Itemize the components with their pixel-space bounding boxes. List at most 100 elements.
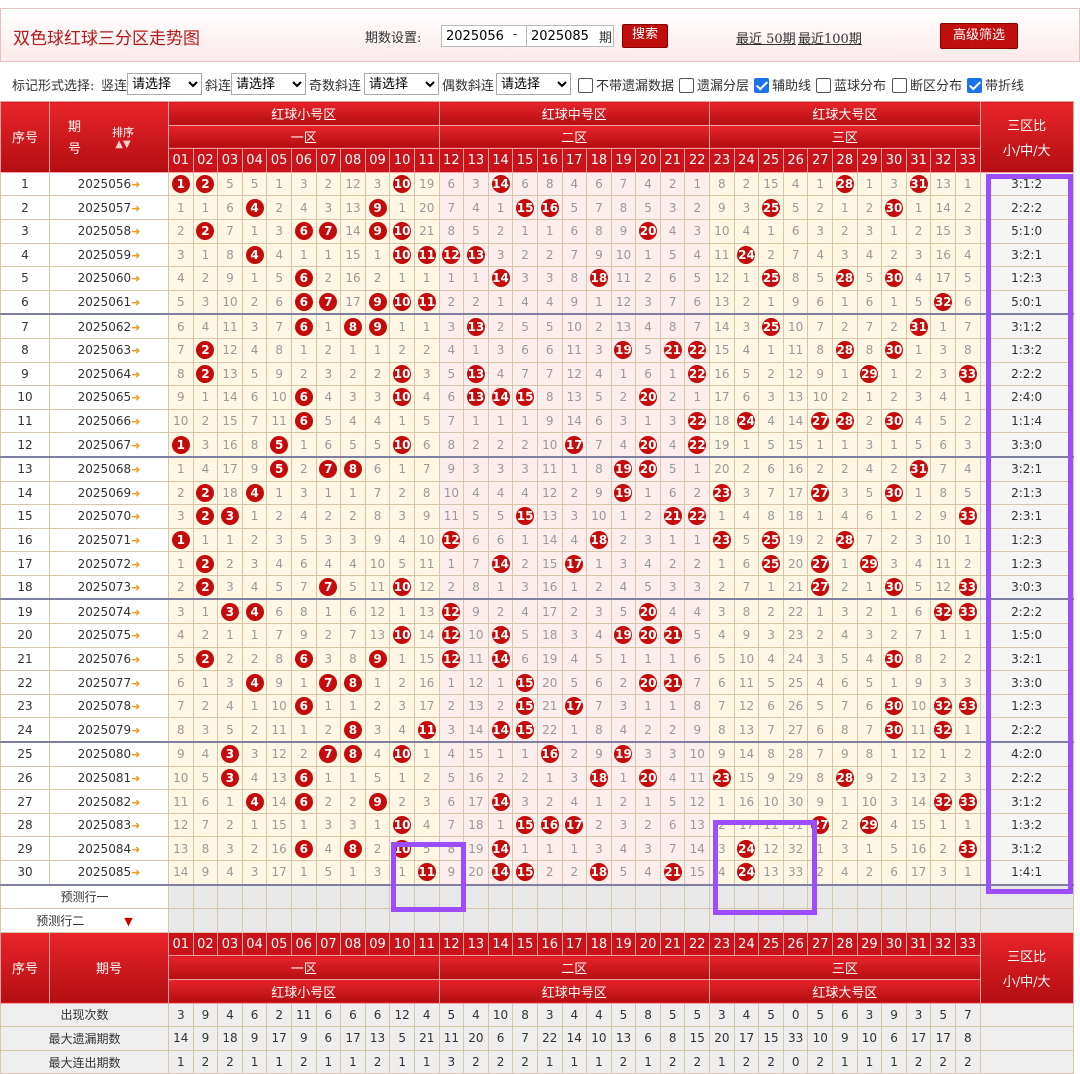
row-period[interactable]: 2025080➜ xyxy=(49,741,169,767)
prediction-cell[interactable] xyxy=(782,884,809,910)
prediction-cell[interactable] xyxy=(807,884,834,910)
prediction-cell[interactable] xyxy=(364,908,391,933)
prediction-cell[interactable] xyxy=(463,884,489,910)
prediction-cell[interactable] xyxy=(807,908,834,933)
row-period[interactable]: 2025059➜ xyxy=(49,242,169,268)
prediction-cell[interactable] xyxy=(266,908,292,933)
prediction-cell[interactable] xyxy=(586,884,612,910)
prediction-cell[interactable] xyxy=(364,884,391,910)
prediction-cell[interactable] xyxy=(832,884,858,910)
row-period[interactable]: 2025058➜ xyxy=(49,218,169,244)
row-period[interactable]: 2025085➜ xyxy=(49,859,169,886)
prediction-cell[interactable] xyxy=(389,908,415,933)
prediction-cell[interactable] xyxy=(955,908,981,933)
sort-button[interactable]: 排序 ▲▼ xyxy=(112,124,134,150)
row-period[interactable]: 2025081➜ xyxy=(49,765,169,791)
prediction-cell[interactable] xyxy=(438,908,465,933)
recent-100-link[interactable]: 最近100期 xyxy=(798,28,862,47)
prediction-cell[interactable] xyxy=(290,884,317,910)
prediction-cell[interactable] xyxy=(881,884,907,910)
prediction-cell[interactable] xyxy=(733,908,760,933)
odd-diag-select[interactable]: 请选择 xyxy=(364,73,439,95)
prediction-cell[interactable] xyxy=(684,884,711,910)
row-period[interactable]: 2025069➜ xyxy=(49,480,169,506)
prediction-cell[interactable] xyxy=(561,908,588,933)
row-period[interactable]: 2025071➜ xyxy=(49,527,169,553)
checkbox-guide-line[interactable] xyxy=(754,78,769,93)
row-period[interactable]: 2025062➜ xyxy=(49,313,169,339)
row-period[interactable]: 2025078➜ xyxy=(49,693,169,719)
prediction-cell[interactable] xyxy=(413,908,440,933)
prediction-cell[interactable] xyxy=(463,908,489,933)
row-period[interactable]: 2025061➜ xyxy=(49,289,169,316)
row-period[interactable]: 2025076➜ xyxy=(49,646,169,672)
prediction-cell[interactable] xyxy=(905,884,932,910)
row-period[interactable]: 2025079➜ xyxy=(49,717,169,744)
prediction-cell[interactable] xyxy=(487,908,514,933)
prediction-cell[interactable] xyxy=(315,908,342,933)
search-button[interactable]: 搜索 xyxy=(622,24,668,48)
prediction-cell[interactable] xyxy=(413,884,440,910)
diag-select[interactable]: 请选择 xyxy=(231,73,306,95)
row-period[interactable]: 2025060➜ xyxy=(49,266,169,291)
prediction-cell[interactable] xyxy=(536,884,563,910)
prediction-cell[interactable] xyxy=(217,884,243,910)
prediction-cell[interactable] xyxy=(659,884,686,910)
prediction-cell[interactable] xyxy=(709,908,735,933)
prediction-cell[interactable] xyxy=(192,884,219,910)
row-period[interactable]: 2025072➜ xyxy=(49,551,169,576)
row-period[interactable]: 2025070➜ xyxy=(49,504,169,529)
advanced-filter-button[interactable]: 高级筛选 xyxy=(940,23,1018,49)
row-period[interactable]: 2025057➜ xyxy=(49,195,169,220)
prediction-cell[interactable] xyxy=(709,884,735,910)
prediction-cell[interactable] xyxy=(586,908,612,933)
row-period[interactable]: 2025075➜ xyxy=(49,623,169,648)
even-diag-select[interactable]: 请选择 xyxy=(496,73,571,95)
prediction-cell[interactable] xyxy=(340,908,366,933)
prediction-cell[interactable] xyxy=(438,884,465,910)
prediction-cell[interactable] xyxy=(340,884,366,910)
prediction-cell[interactable] xyxy=(905,908,932,933)
checkbox-no-omission[interactable] xyxy=(578,78,593,93)
prediction-cell[interactable] xyxy=(389,884,415,910)
prediction-cell[interactable] xyxy=(758,884,784,910)
row-period[interactable]: 2025056➜ xyxy=(49,171,169,197)
prediction-cell[interactable] xyxy=(241,908,268,933)
prediction-cell[interactable] xyxy=(930,908,956,933)
prediction-cell[interactable] xyxy=(635,884,661,910)
prediction-cell[interactable] xyxy=(635,908,661,933)
row-period[interactable]: 2025067➜ xyxy=(49,432,169,458)
row-period[interactable]: 2025084➜ xyxy=(49,836,169,861)
checkbox-blue-dist[interactable] xyxy=(816,78,831,93)
prediction-cell[interactable] xyxy=(930,884,956,910)
checkbox-omission-layer[interactable] xyxy=(679,78,694,93)
checkbox-break-dist[interactable] xyxy=(892,78,907,93)
prediction-cell[interactable] xyxy=(512,908,538,933)
row-period[interactable]: 2025073➜ xyxy=(49,574,169,601)
prediction-cell[interactable] xyxy=(266,884,292,910)
row-period[interactable]: 2025074➜ xyxy=(49,598,169,625)
row-period[interactable]: 2025066➜ xyxy=(49,408,169,434)
checkbox-polyline[interactable] xyxy=(967,78,982,93)
prediction-cell[interactable] xyxy=(168,884,194,910)
row-period[interactable]: 2025064➜ xyxy=(49,361,169,387)
row-period[interactable]: 2025083➜ xyxy=(49,812,169,838)
row-period[interactable]: 2025068➜ xyxy=(49,456,169,482)
row-period[interactable]: 2025077➜ xyxy=(49,670,169,695)
prediction-cell[interactable] xyxy=(832,908,858,933)
prediction-cell[interactable] xyxy=(659,908,686,933)
prediction-cell[interactable] xyxy=(217,908,243,933)
prediction-cell[interactable] xyxy=(315,884,342,910)
prediction-cell[interactable] xyxy=(290,908,317,933)
recent-50-link[interactable]: 最近 50期 xyxy=(736,28,796,47)
row-period[interactable]: 2025065➜ xyxy=(49,385,169,410)
prediction-cell[interactable] xyxy=(684,908,711,933)
prediction-cell[interactable] xyxy=(610,908,637,933)
prediction-cell[interactable] xyxy=(512,884,538,910)
prediction-cell[interactable] xyxy=(168,908,194,933)
vertical-select[interactable]: 请选择 xyxy=(127,73,202,95)
row-period[interactable]: 2025082➜ xyxy=(49,789,169,814)
prediction-cell[interactable] xyxy=(758,908,784,933)
prediction-cell[interactable] xyxy=(241,884,268,910)
prediction-cell[interactable] xyxy=(955,884,981,910)
